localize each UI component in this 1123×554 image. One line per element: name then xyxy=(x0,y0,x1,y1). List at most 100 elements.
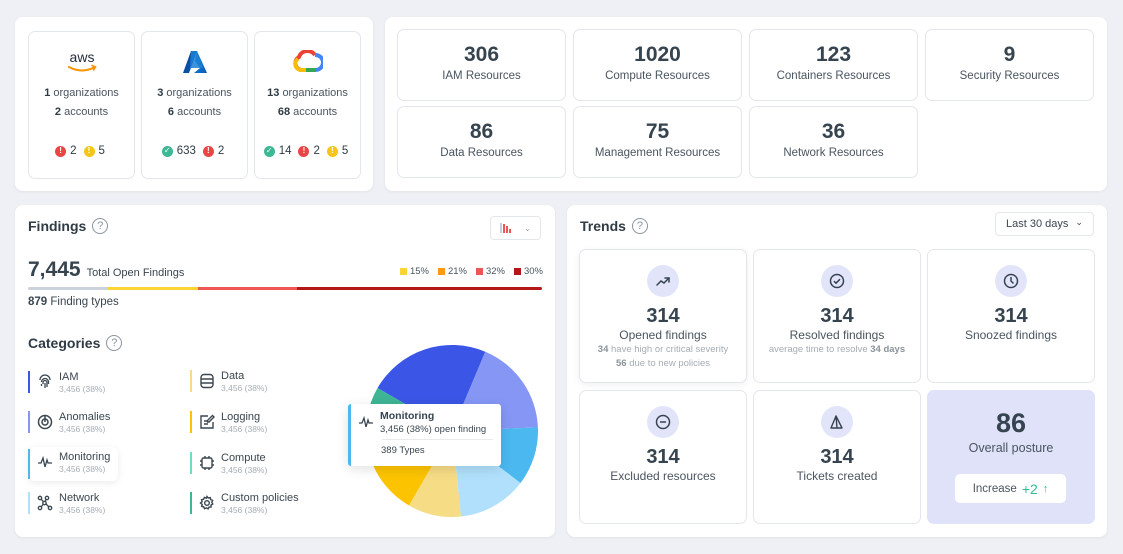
category-name: Anomalies xyxy=(59,411,111,423)
trend-card-snoozed[interactable]: 314 Snoozed findings xyxy=(927,249,1095,383)
category-compute[interactable]: Compute 3,456 (38%) xyxy=(190,452,267,476)
trend-value: 314 xyxy=(646,305,680,327)
resources-panel: 306 IAM Resources 1020 Compute Resources… xyxy=(385,17,1107,191)
categories-title-text: Categories xyxy=(28,335,101,351)
category-color-bar xyxy=(28,411,30,433)
bar-chart-icon xyxy=(500,223,512,233)
help-icon[interactable]: ? xyxy=(92,218,109,234)
trending-up-icon xyxy=(647,265,679,297)
category-name: Custom policies xyxy=(221,492,299,504)
chevron-down-icon: ⌄ xyxy=(1075,217,1083,227)
date-range-dropdown[interactable]: Last 30 days ⌄ xyxy=(995,212,1094,236)
category-name: Monitoring xyxy=(59,451,111,463)
pulse-icon xyxy=(359,416,373,428)
resource-label: Containers Resources xyxy=(776,70,891,82)
category-name: Data xyxy=(221,370,245,382)
trend-label: Opened findings xyxy=(619,328,707,342)
trend-value: 314 xyxy=(646,446,680,468)
category-custom-policies[interactable]: Custom policies 3,456 (38%) xyxy=(190,492,299,516)
provider-card-gcp[interactable]: 13 organizations 68 accounts ✓ 14 ! 2 ! 5 xyxy=(254,31,361,179)
ok-icon: ✓ xyxy=(161,145,173,157)
categories-title: Categories ? xyxy=(28,335,123,351)
category-color-bar xyxy=(28,492,30,514)
resource-label: Management Resources xyxy=(594,147,721,159)
category-data[interactable]: Data 3,456 (38%) xyxy=(190,370,267,394)
category-iam[interactable]: IAM 3,456 (38%) xyxy=(28,371,105,395)
trend-label: Excluded resources xyxy=(610,469,716,483)
provider-card-aws[interactable]: aws 1 organizations 2 accounts ! 2 ! 5 xyxy=(28,31,135,179)
error-icon: ! xyxy=(202,145,214,157)
category-logging[interactable]: Logging 3,456 (38%) xyxy=(190,411,267,435)
trend-card-tickets[interactable]: 314 Tickets created xyxy=(753,390,921,524)
help-icon[interactable]: ? xyxy=(631,218,648,234)
resource-card-management[interactable]: 75 Management Resources xyxy=(573,106,742,178)
category-monitoring[interactable]: Monitoring 3,456 (38%) xyxy=(28,447,119,481)
status-summary: ✓ 14 ! 2 ! 5 xyxy=(255,145,360,157)
warning-icon: ! xyxy=(326,145,338,157)
trend-value: 314 xyxy=(820,305,854,327)
findings-title: Findings ? xyxy=(28,218,109,234)
change-label: Increase xyxy=(972,482,1017,495)
category-network[interactable]: Network 3,456 (38%) xyxy=(28,492,105,516)
severity-legend-item: 32% xyxy=(475,266,505,277)
provider-card-azure[interactable]: 3 organizations 6 accounts ✓ 633 ! 2 xyxy=(141,31,248,179)
category-value: 3,456 (38%) xyxy=(59,464,106,474)
severity-segment-low xyxy=(107,287,198,290)
tooltip-types: 389 Types xyxy=(381,445,425,456)
warning-icon: ! xyxy=(83,145,95,157)
legend-swatch xyxy=(437,268,445,275)
category-value: 3,456 (38%) xyxy=(221,383,268,393)
org-count: 1 organizations xyxy=(44,87,119,99)
trend-card-resolved[interactable]: 314 Resolved findings average time to re… xyxy=(753,249,921,383)
findings-panel: Findings ? ⌄ 7,445 Total Open Findings 1… xyxy=(15,205,555,537)
resource-card-compute[interactable]: 1020 Compute Resources xyxy=(573,29,742,101)
check-circle-icon xyxy=(821,265,853,297)
category-name: Compute xyxy=(221,452,266,464)
resource-count: 36 xyxy=(821,120,846,143)
category-value: 3,456 (38%) xyxy=(59,505,106,515)
clock-icon xyxy=(995,265,1027,297)
legend-swatch xyxy=(513,268,521,275)
category-name: Network xyxy=(59,492,100,504)
svg-text:aws: aws xyxy=(69,49,94,65)
posture-label: Overall posture xyxy=(968,441,1054,455)
trends-title-text: Trends xyxy=(580,218,626,234)
resource-label: Compute Resources xyxy=(605,70,710,82)
help-icon[interactable]: ? xyxy=(106,335,123,351)
trend-label: Resolved findings xyxy=(789,328,885,342)
error-icon: ! xyxy=(55,145,67,157)
status-summary: ✓ 633 ! 2 xyxy=(142,145,247,157)
resource-card-data[interactable]: 86 Data Resources xyxy=(397,106,566,178)
resource-card-network[interactable]: 36 Network Resources xyxy=(749,106,918,178)
trend-card-opened[interactable]: 314 Opened findings 34 have high or crit… xyxy=(579,249,747,383)
resource-card-iam[interactable]: 306 IAM Resources xyxy=(397,29,566,101)
aws-logo: aws xyxy=(29,40,134,84)
total-label: Total Open Findings xyxy=(86,267,185,279)
trend-detail: 56 due to new policies xyxy=(615,358,711,369)
trend-value: 314 xyxy=(820,446,854,468)
total-open-findings: 7,445 Total Open Findings xyxy=(28,258,184,282)
trend-label: Tickets created xyxy=(796,469,878,483)
org-count: 13 organizations xyxy=(267,87,348,99)
jira-tickets-icon xyxy=(821,406,853,438)
category-anomalies[interactable]: Anomalies 3,456 (38%) xyxy=(28,411,110,435)
gear-policy-icon xyxy=(199,495,214,510)
chart-type-dropdown[interactable]: ⌄ xyxy=(490,216,541,240)
resource-count: 1020 xyxy=(634,43,681,66)
date-range-value: Last 30 days xyxy=(1006,218,1069,230)
resource-card-security[interactable]: 9 Security Resources xyxy=(925,29,1094,101)
minus-circle-icon xyxy=(647,406,679,438)
account-count: 2 accounts xyxy=(54,106,109,118)
azure-logo xyxy=(142,40,247,84)
pie-tooltip: Monitoring 3,456 (38%) open finding 389 … xyxy=(348,404,501,466)
tooltip-value: 3,456 (38%) open finding xyxy=(380,424,487,435)
overall-posture-card[interactable]: 86 Overall posture Increase +2 ↑ xyxy=(927,390,1095,524)
severity-legend: 15% 21% 32% 30% xyxy=(399,266,543,277)
google-cloud-logo xyxy=(255,40,360,84)
tooltip-title: Monitoring xyxy=(380,410,435,422)
trend-card-excluded[interactable]: 314 Excluded resources xyxy=(579,390,747,524)
resource-card-containers[interactable]: 123 Containers Resources xyxy=(749,29,918,101)
resource-label: Network Resources xyxy=(783,147,884,159)
category-value: 3,456 (38%) xyxy=(59,424,106,434)
finding-types-count: 879 xyxy=(28,296,48,308)
